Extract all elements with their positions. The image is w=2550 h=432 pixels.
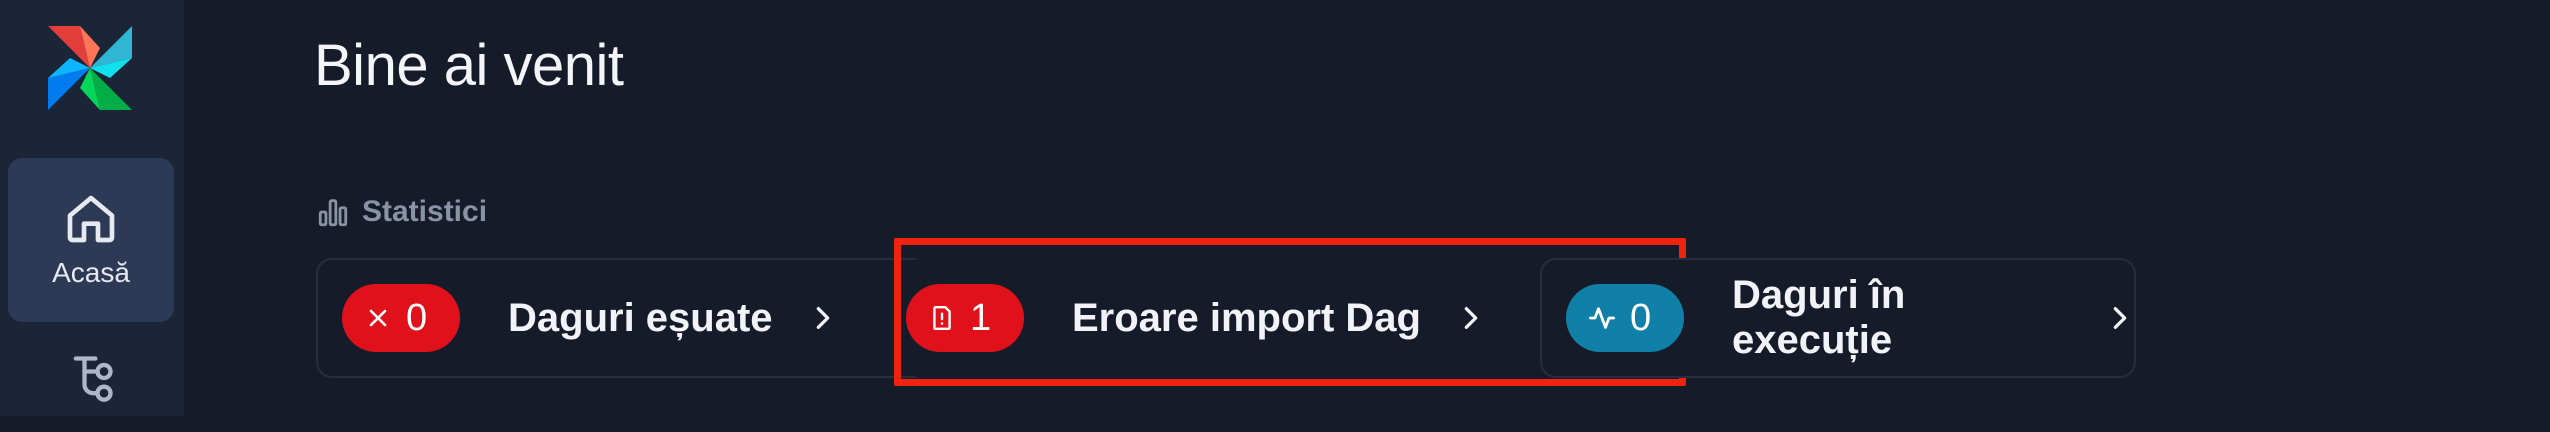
sidebar-item-dags[interactable] bbox=[8, 352, 174, 432]
dags-icon bbox=[65, 352, 117, 404]
main-content: Bine ai venit Statistici 0 Daguri eșuate bbox=[184, 0, 2550, 416]
chevron-right-icon bbox=[809, 304, 837, 332]
failed-dags-count-badge: 0 bbox=[342, 284, 460, 352]
airflow-logo-icon[interactable] bbox=[40, 18, 140, 118]
sidebar-item-home[interactable]: Acasă bbox=[8, 158, 174, 322]
chevron-right-icon bbox=[2106, 304, 2134, 332]
home-icon bbox=[63, 191, 119, 247]
running-dags-card[interactable]: 0 Daguri în execuție bbox=[1540, 258, 2136, 378]
import-errors-label: Eroare import Dag bbox=[1072, 296, 1421, 341]
failed-dags-count: 0 bbox=[406, 297, 427, 340]
failed-dags-label: Daguri eșuate bbox=[508, 296, 773, 341]
import-errors-count-badge: 1 bbox=[906, 284, 1024, 352]
running-dags-label: Daguri în execuție bbox=[1732, 273, 2070, 363]
activity-icon bbox=[1588, 304, 1616, 332]
x-icon bbox=[364, 304, 392, 332]
running-dags-count: 0 bbox=[1630, 297, 1651, 340]
file-alert-icon bbox=[928, 304, 956, 332]
import-errors-count: 1 bbox=[970, 297, 991, 340]
page-title: Bine ai venit bbox=[314, 32, 623, 99]
sidebar: Acasă bbox=[0, 0, 184, 416]
bar-chart-icon bbox=[316, 195, 350, 229]
stats-heading: Statistici bbox=[316, 192, 487, 232]
running-dags-count-badge: 0 bbox=[1566, 284, 1684, 352]
stats-heading-label: Statistici bbox=[362, 195, 487, 229]
chevron-right-icon bbox=[1457, 304, 1485, 332]
sidebar-item-label: Acasă bbox=[52, 257, 130, 289]
